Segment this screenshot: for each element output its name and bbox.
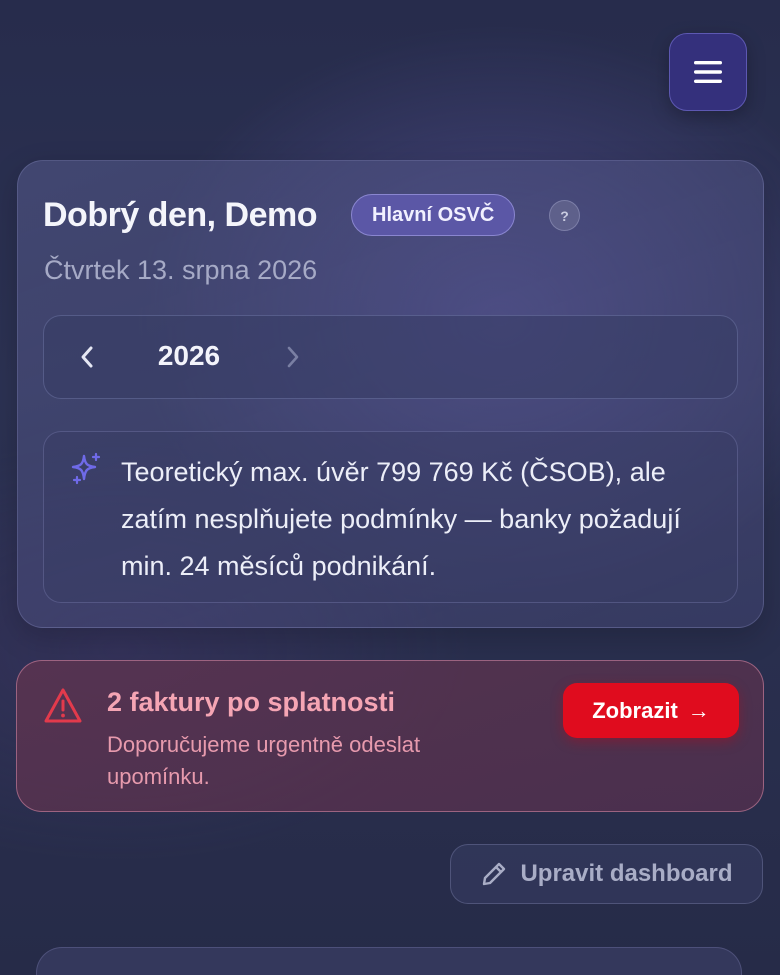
year-selector: 2026 [43, 315, 738, 399]
current-date: Čtvrtek 13. srpna 2026 [44, 255, 318, 285]
loan-insight: Teoretický max. úvěr 799 769 Kč (ČSOB), … [43, 431, 738, 603]
insight-text: Teoretický max. úvěr 799 769 Kč (ČSOB), … [121, 457, 681, 581]
hamburger-menu-icon [694, 61, 722, 83]
greeting-title: Dobrý den, Demo [43, 196, 317, 234]
arrow-right-icon: → [687, 697, 710, 723]
year-next-button[interactable] [278, 340, 308, 374]
greeting-card: Dobrý den, Demo Hlavní OSVČ ? Čtvrtek 13… [17, 160, 764, 628]
chevron-left-icon [81, 346, 93, 368]
pencil-icon [483, 862, 506, 886]
show-invoices-button[interactable]: Zobrazit → [563, 683, 739, 738]
alert-title: 2 faktury po splatnosti [107, 687, 396, 717]
year-prev-button[interactable] [72, 340, 102, 374]
menu-button[interactable] [669, 33, 747, 111]
help-icon[interactable]: ? [549, 200, 580, 231]
edit-dashboard-button[interactable]: Upravit dashboard [450, 844, 763, 904]
warning-icon [44, 688, 82, 723]
year-value: 2026 [157, 340, 221, 371]
show-button-label: Zobrazit [592, 697, 678, 723]
dashboard-widget-card [36, 947, 742, 975]
chevron-right-icon [287, 346, 299, 368]
overdue-invoices-alert: 2 faktury po splatnosti Doporučujeme urg… [16, 660, 764, 812]
role-badge[interactable]: Hlavní OSVČ [351, 194, 516, 236]
alert-subtitle: Doporučujeme urgentně odeslat upomínku. [107, 732, 421, 789]
sparkle-icon [71, 452, 101, 485]
edit-dashboard-label: Upravit dashboard [520, 860, 733, 887]
